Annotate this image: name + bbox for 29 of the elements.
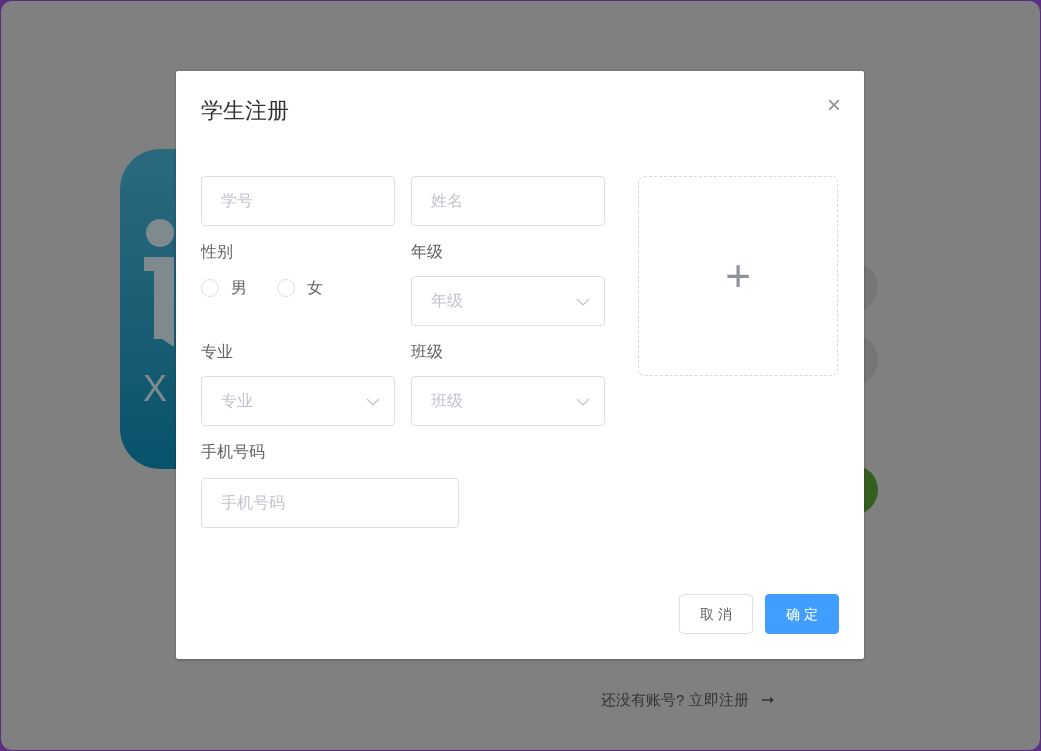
chevron-down-icon	[576, 398, 590, 406]
select-placeholder: 专业	[221, 391, 253, 411]
dialog-title: 学生注册	[201, 97, 289, 125]
confirm-button[interactable]: 确 定	[765, 594, 839, 634]
arrow-right-icon: ➞	[760, 688, 774, 712]
register-link[interactable]: 还没有账号? 立即注册	[601, 688, 749, 712]
logo-mark-icon	[144, 219, 176, 347]
text-field[interactable]: 学号	[201, 176, 395, 226]
chevron-down-icon	[366, 398, 380, 406]
select-field[interactable]: 年级	[411, 276, 605, 326]
text-field[interactable]: 手机号码	[201, 478, 459, 528]
field-label: 专业	[201, 342, 234, 362]
radio-option[interactable]: 男	[201, 276, 247, 300]
close-button[interactable]: ×	[827, 95, 841, 115]
cancel-button[interactable]: 取 消	[679, 594, 753, 634]
field-label: 性别	[201, 242, 234, 262]
text-field[interactable]: 姓名	[411, 176, 605, 226]
select-field[interactable]: 专业	[201, 376, 395, 426]
upload-area[interactable]: +	[638, 176, 838, 376]
field-label: 手机号码	[201, 442, 266, 462]
select-placeholder: 班级	[431, 391, 463, 411]
plus-icon: +	[725, 254, 751, 298]
field-label: 班级	[411, 342, 444, 362]
chevron-down-icon	[576, 298, 590, 306]
field-label: 年级	[411, 242, 444, 262]
select-field[interactable]: 班级	[411, 376, 605, 426]
select-placeholder: 年级	[431, 291, 463, 311]
logo-text: X	[143, 371, 167, 407]
radio-option[interactable]: 女	[277, 276, 323, 300]
